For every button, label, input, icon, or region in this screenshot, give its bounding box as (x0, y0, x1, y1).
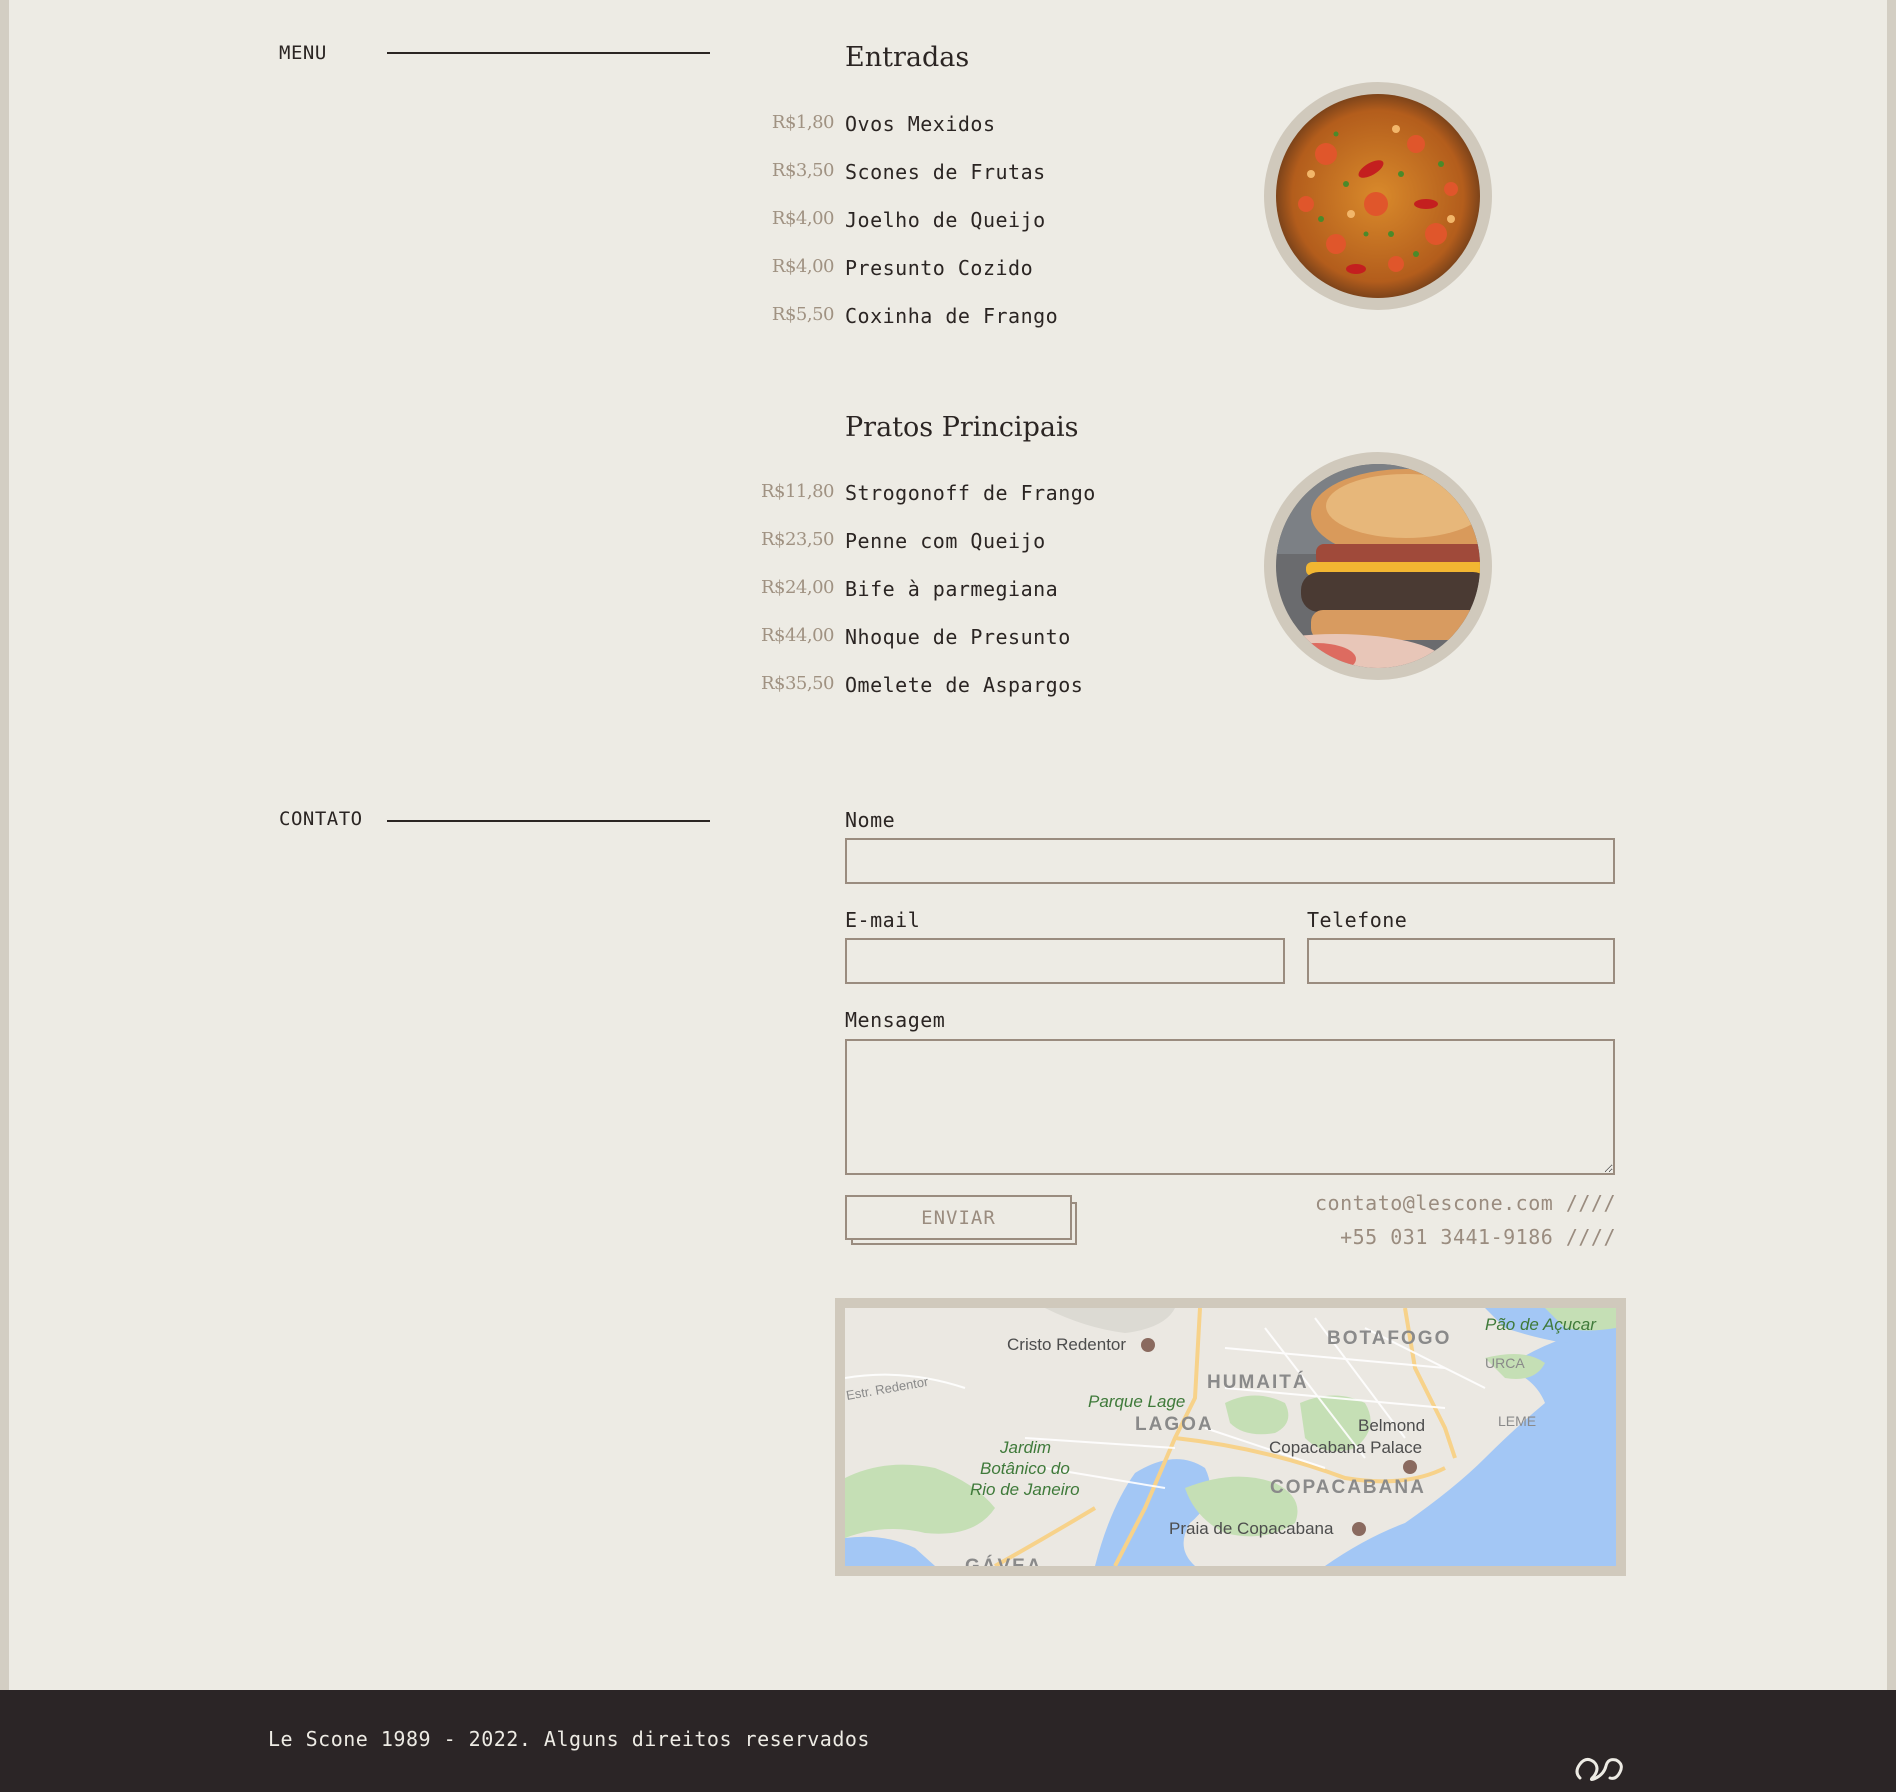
menu-item-price: R$3,50 (771, 160, 835, 181)
send-button[interactable]: ENVIAR (845, 1195, 1072, 1240)
menu-section-label: MENU (279, 42, 327, 64)
menu-item: R$1,80 Ovos Mexidos (700, 112, 1300, 160)
menu-item-name: Omelete de Aspargos (845, 673, 1084, 697)
burger-photo (1264, 452, 1492, 680)
menu-item-name: Scones de Frutas (845, 160, 1046, 184)
contact-section-rule (387, 820, 710, 822)
menu-item: R$4,00 Joelho de Queijo (700, 208, 1300, 256)
map-label-botafogo: BOTAFOGO (1327, 1328, 1451, 1349)
category-title-entradas: Entradas (845, 42, 970, 73)
name-field-label: Nome (845, 808, 896, 832)
menu-item-name: Ovos Mexidos (845, 112, 996, 136)
phone-field-label: Telefone (1307, 908, 1408, 932)
menu-item: R$23,50 Penne com Queijo (700, 529, 1300, 577)
menu-item-price: R$1,80 (771, 112, 835, 133)
menu-item: R$3,50 Scones de Frutas (700, 160, 1300, 208)
map-label-urca: URCA (1485, 1355, 1525, 1371)
menu-item: R$4,00 Presunto Cozido (700, 256, 1300, 304)
right-frame-border (1887, 0, 1896, 1690)
map-label-lagoa: LAGOA (1135, 1414, 1214, 1435)
menu-item-price: R$4,00 (771, 256, 835, 277)
menu-item-price: R$23,50 (760, 529, 835, 550)
menu-item-price: R$24,00 (760, 577, 835, 598)
category-title-pratos-principais: Pratos Principais (845, 412, 1079, 443)
menu-item-price: R$11,80 (760, 481, 835, 502)
email-field-label: E-mail (845, 908, 921, 932)
menu-list-pratos-principais: R$11,80 Strogonoff de Frango R$23,50 Penne… (700, 481, 1300, 721)
contact-section-label: CONTATO (279, 808, 363, 830)
map-label-pao: Pão de Açucar (1485, 1315, 1597, 1334)
map-label-leme: LEME (1498, 1413, 1536, 1429)
map-label-parque: Parque Lage (1088, 1392, 1185, 1411)
map-label-gavea: GÁVEA (965, 1555, 1043, 1566)
menu-item-price: R$35,50 (760, 673, 835, 694)
left-frame-border (0, 0, 9, 1690)
footer-copyright: Le Scone 1989 - 2022. Alguns direitos re… (268, 1727, 870, 1751)
scone-swirl-logo[interactable] (1572, 1752, 1628, 1786)
menu-item-price: R$44,00 (760, 625, 835, 646)
menu-item-price: R$4,00 (771, 208, 835, 229)
paella-dish-photo (1264, 82, 1492, 310)
menu-item-name: Penne com Queijo (845, 529, 1046, 553)
map-label-praia: Praia de Copacabana (1169, 1519, 1334, 1538)
menu-item: R$11,80 Strogonoff de Frango (700, 481, 1300, 529)
menu-item-name: Presunto Cozido (845, 256, 1034, 280)
message-field[interactable] (845, 1039, 1615, 1175)
menu-item-name: Bife à parmegiana (845, 577, 1059, 601)
map-label-humaita: HUMAITÁ (1207, 1371, 1309, 1393)
menu-item-price: R$5,50 (771, 304, 835, 325)
map-label-copacabana: COPACABANA (1270, 1477, 1426, 1498)
contact-phone[interactable]: +55 031 3441-9186 //// (1340, 1225, 1616, 1249)
menu-list-entradas: R$1,80 Ovos Mexidos R$3,50 Scones de Fruta… (700, 112, 1300, 352)
menu-item: R$35,50 Omelete de Aspargos (700, 673, 1300, 721)
phone-field[interactable] (1307, 938, 1615, 984)
menu-item: R$5,50 Coxinha de Frango (700, 304, 1300, 352)
map-label-belmond1: Belmond (1358, 1416, 1425, 1435)
menu-item-name: Coxinha de Frango (845, 304, 1059, 328)
footer: Le Scone 1989 - 2022. Alguns direitos re… (0, 1690, 1896, 1792)
location-map[interactable]: Cristo Redentor BOTAFOGO Pão de Açucar U… (835, 1298, 1626, 1576)
map-label-belmond2: Copacabana Palace (1269, 1438, 1422, 1457)
contact-email[interactable]: contato@lescone.com //// (1315, 1191, 1616, 1215)
menu-section-rule (387, 52, 710, 54)
menu-item: R$24,00 Bife à parmegiana (700, 577, 1300, 625)
name-field[interactable] (845, 838, 1615, 884)
map-label-jardim1: Jardim (999, 1438, 1051, 1457)
map-label-cristo: Cristo Redentor (1007, 1335, 1126, 1354)
menu-item-name: Joelho de Queijo (845, 208, 1046, 232)
map-label-jardim3: Rio de Janeiro (970, 1480, 1080, 1499)
menu-item-name: Strogonoff de Frango (845, 481, 1096, 505)
email-field[interactable] (845, 938, 1285, 984)
map-label-jardim2: Botânico do (980, 1459, 1070, 1478)
menu-item-name: Nhoque de Presunto (845, 625, 1071, 649)
message-field-label: Mensagem (845, 1008, 946, 1032)
menu-item: R$44,00 Nhoque de Presunto (700, 625, 1300, 673)
